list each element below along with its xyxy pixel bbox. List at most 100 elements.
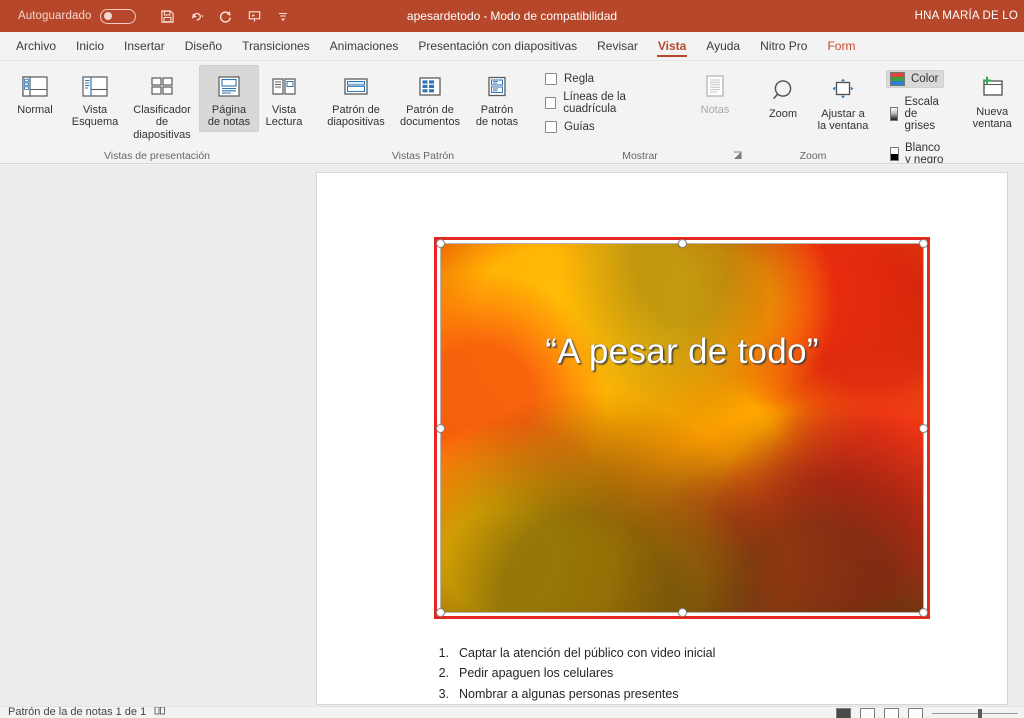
save-icon[interactable] [157,6,177,26]
button-zoom[interactable]: Zoom [753,69,813,123]
button-normal-view-label: Normal [17,104,53,116]
slide-thumbnail-placeholder[interactable]: “A pesar de todo” [434,237,930,619]
button-slide-master-label2: diapositivas [327,116,385,129]
button-notas-label: Notas [700,104,730,116]
checkbox-guias[interactable]: Guías [545,121,673,133]
button-handout-master[interactable]: Patrón de documentos [393,65,467,132]
button-zoom-label: Zoom [768,108,798,120]
button-notas[interactable]: Notas [687,65,743,119]
blackwhite-swatch-icon [890,147,899,161]
quick-access-toolbar: Autoguardado [0,6,293,26]
notes-page-canvas[interactable]: “A pesar de todo” 1. Captar la atención … [316,172,1008,705]
tab-insertar[interactable]: Insertar [114,36,175,60]
tab-revisar[interactable]: Revisar [587,36,648,60]
show-dialog-launcher-icon[interactable] [732,151,743,162]
list-item-number: 2. [438,666,449,681]
slide-master-icon [341,70,371,104]
option-grayscale[interactable]: Escala de grises [886,94,952,134]
new-window-icon [977,72,1007,106]
button-notes-master[interactable]: Patrón de notas [467,65,527,132]
notes-master-icon [482,70,512,104]
resize-handle-bottom-left[interactable] [436,608,445,617]
undo-icon[interactable] [186,6,206,26]
zoom-slider-track [932,713,1018,714]
group-label-show: Mostrar [622,149,658,162]
start-presentation-icon[interactable] [244,6,264,26]
notes-text-placeholder[interactable]: 1. Captar la atención del público con vi… [434,643,954,704]
view-button-slideshow[interactable] [908,708,923,718]
button-notes-master-label: Patrón [480,104,514,116]
option-color[interactable]: Color [886,70,945,88]
list-item-text: Nombrar a algunas personas presentes [459,686,679,701]
status-left: Patrón de la de notas 1 de 1 [0,707,166,718]
resize-handle-bottom-right[interactable] [919,608,928,617]
view-button-reading[interactable] [884,708,899,718]
button-notes-master-label2: de notas [475,116,519,129]
list-item: 3. Nombrar a algunas personas presentes [434,684,954,704]
group-label-zoom: Zoom [799,149,827,162]
checkbox-lineas-de-la-cuadricula[interactable]: Líneas de la cuadrícula [545,91,673,115]
button-slide-master[interactable]: Patrón de diapositivas [319,65,393,132]
button-outline-view[interactable]: Vista Esquema [65,65,125,132]
button-reading-view[interactable]: Vista Lectura [259,65,309,132]
tab-archivo[interactable]: Archivo [6,36,66,60]
tab-presentacion-con-diapositivas[interactable]: Presentación con diapositivas [408,36,587,60]
autosave-toggle-knob [103,12,112,20]
checkbox-lineas-box[interactable] [545,97,557,109]
checkbox-guias-label: Guías [564,121,595,133]
view-button-slide-sorter[interactable] [860,708,875,718]
list-item: 2. Pedir apaguen los celulares [434,663,954,683]
accessibility-icon[interactable] [154,707,166,718]
option-black-and-white[interactable]: Blanco y negro [886,140,952,163]
autosave-toggle[interactable] [100,8,137,24]
button-slide-sorter[interactable]: Clasificador de diapositivas [125,65,199,144]
tab-inicio[interactable]: Inicio [66,36,114,60]
ribbon: Normal Vista Esquema Clasificador de dia… [0,61,1024,164]
tab-transiciones[interactable]: Transiciones [232,36,320,60]
resize-handle-top-left[interactable] [436,239,445,248]
resize-handle-top-right[interactable] [919,239,928,248]
zoom-slider[interactable] [932,708,1018,718]
resize-handle-middle-right[interactable] [919,423,928,433]
ribbon-group-presentation-views: Normal Vista Esquema Clasificador de dia… [0,61,314,163]
option-grayscale-label: Escala de grises [904,96,939,132]
tab-nitro-pro[interactable]: Nitro Pro [750,36,817,60]
slide-image-tulips[interactable]: “A pesar de todo” [440,243,924,613]
button-new-window-label2: ventana [972,118,1012,131]
view-button-normal[interactable] [836,708,851,718]
reading-view-icon [269,70,299,104]
redo-icon[interactable] [215,6,235,26]
button-outline-view-label: Vista [82,104,108,116]
ribbon-group-zoom: Zoom Ajustar a la ventana Zoom [748,61,878,163]
resize-handle-middle-left[interactable] [436,423,445,433]
resize-handle-top-center[interactable] [677,239,687,248]
resize-handle-bottom-center[interactable] [677,608,687,617]
group-label-window [957,148,1024,163]
button-fit-to-window-label: Ajustar a [821,108,865,120]
zoom-icon [768,74,798,108]
tab-diseno[interactable]: Diseño [175,36,232,60]
checkbox-regla[interactable]: Regla [545,73,673,85]
color-swatch-icon [890,72,905,86]
tab-ayuda[interactable]: Ayuda [696,36,750,60]
ribbon-group-window: Nueva ventana [957,61,1024,163]
button-fit-to-window[interactable]: Ajustar a la ventana [813,69,873,136]
tab-animaciones[interactable]: Animaciones [320,36,409,60]
notes-icon [702,70,728,104]
button-slide-master-label: Patrón de [332,104,380,116]
button-normal-view[interactable]: Normal [5,65,65,119]
ribbon-group-master-views: Patrón de diapositivas Patrón de documen… [314,61,532,163]
button-new-window[interactable]: Nueva ventana [962,67,1022,134]
button-notes-page[interactable]: Página de notas [199,65,259,132]
checkbox-guias-box[interactable] [545,121,557,133]
tab-formato-de-imagen[interactable]: Form [817,36,865,60]
tab-vista[interactable]: Vista [648,36,696,60]
list-item: 1. Captar la atención del público con vi… [434,643,954,663]
account-area[interactable]: HNA MARÍA DE LO [915,0,1024,32]
status-right [836,708,1018,718]
button-slide-sorter-label2: de diapositivas [133,116,191,141]
checkbox-regla-box[interactable] [545,73,557,85]
chevron-down-icon[interactable] [273,6,293,26]
zoom-slider-thumb[interactable] [978,709,982,718]
handout-master-icon [415,70,445,104]
